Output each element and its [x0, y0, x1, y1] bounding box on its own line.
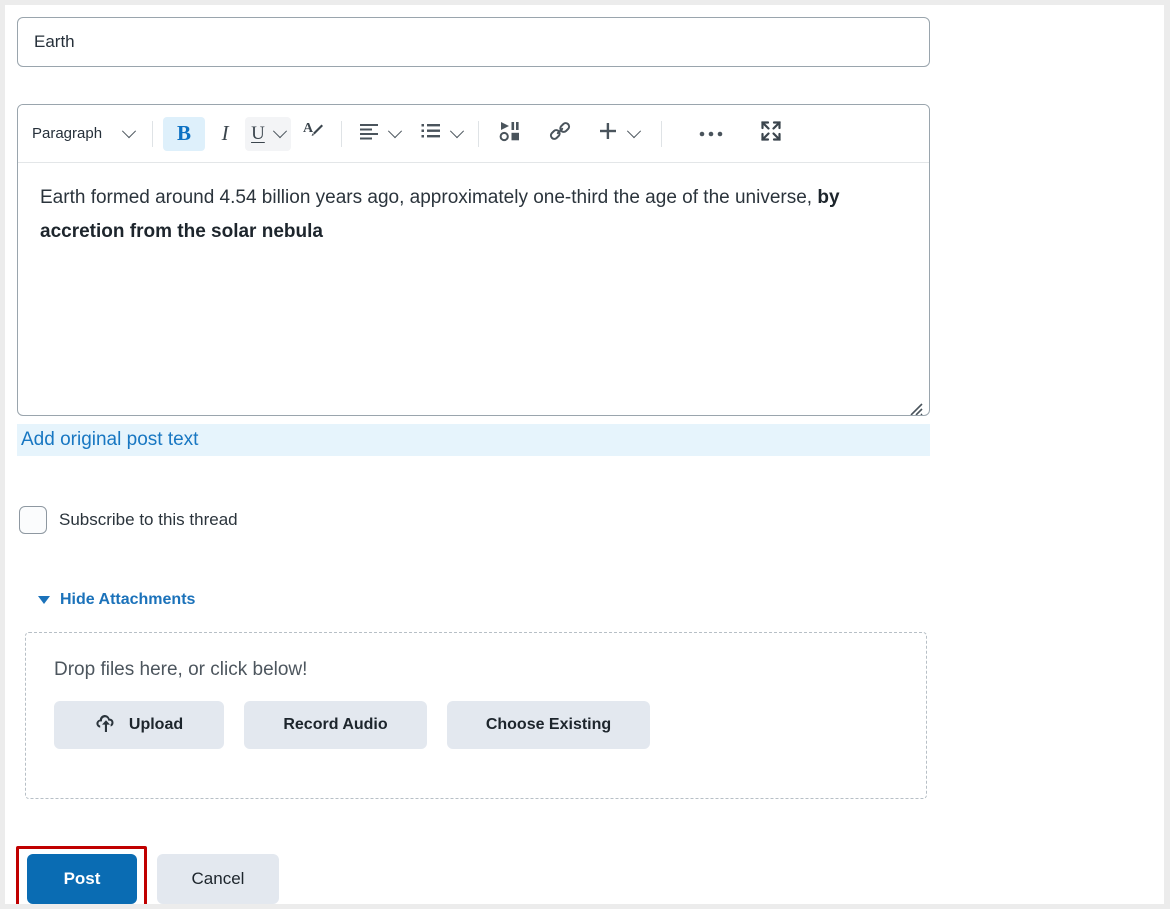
toolbar-divider	[660, 120, 662, 147]
rich-text-editor: Paragraph B I U A Earth formed around 4.…	[17, 104, 930, 416]
fullscreen-button[interactable]	[754, 117, 788, 151]
paragraph-style-label: Paragraph	[32, 125, 103, 142]
subscribe-label[interactable]: Subscribe to this thread	[59, 510, 238, 530]
cloud-upload-icon	[95, 713, 117, 738]
upload-label: Upload	[128, 716, 184, 733]
toolbar-divider	[477, 120, 479, 147]
attachment-buttons: Upload Record Audio Choose Existing	[54, 701, 926, 749]
post-subject-input[interactable]	[17, 17, 930, 67]
post-body-editor[interactable]: Earth formed around 4.54 billion years a…	[18, 163, 929, 415]
italic-button[interactable]: I	[205, 117, 245, 151]
bulleted-list-icon	[420, 120, 442, 147]
chevron-down-icon	[272, 123, 287, 138]
chevron-down-icon	[449, 123, 464, 138]
insert-link-button[interactable]	[543, 117, 577, 151]
italic-label: I	[221, 121, 229, 145]
fullscreen-icon	[759, 119, 783, 148]
screenshot-frame: Paragraph B I U A	[0, 0, 1170, 909]
add-original-post-text-link[interactable]: Add original post text	[17, 429, 198, 451]
subscribe-checkbox[interactable]	[19, 506, 47, 534]
cancel-button[interactable]: Cancel	[157, 854, 279, 904]
dropzone-instruction: Drop files here, or click below!	[54, 659, 308, 680]
insert-more-icon	[597, 120, 619, 147]
more-options-button[interactable]	[694, 117, 728, 151]
more-options-icon	[698, 125, 724, 143]
bold-button[interactable]: B	[163, 116, 206, 151]
align-button[interactable]	[352, 117, 406, 151]
record-audio-label: Record Audio	[283, 716, 388, 733]
insert-media-icon	[498, 119, 522, 148]
chevron-down-icon	[387, 123, 402, 138]
choose-existing-label: Choose Existing	[485, 716, 612, 733]
list-button[interactable]	[414, 117, 468, 151]
discussion-post-editor: Paragraph B I U A	[5, 5, 1164, 904]
bold-label: B	[177, 121, 192, 145]
underline-label: U	[251, 122, 265, 144]
editor-toolbar: Paragraph B I U A	[18, 105, 929, 163]
toolbar-divider	[152, 120, 154, 147]
form-actions: Post Cancel	[27, 854, 279, 904]
triangle-down-icon	[38, 596, 50, 604]
post-body-plain-text: Earth formed around 4.54 billion years a…	[40, 187, 818, 208]
insert-media-button[interactable]	[493, 117, 527, 151]
chevron-down-icon	[626, 123, 641, 138]
file-dropzone[interactable]: Drop files here, or click below! Upload …	[25, 632, 927, 799]
align-left-icon	[358, 120, 380, 147]
editor-resize-handle[interactable]	[907, 394, 923, 415]
hide-attachments-toggle[interactable]: Hide Attachments	[38, 591, 195, 609]
underline-button[interactable]: U	[245, 116, 291, 151]
chevron-down-icon	[121, 123, 137, 138]
toolbar-divider	[340, 120, 342, 147]
svg-text:A: A	[303, 121, 314, 136]
insert-link-icon	[548, 119, 572, 148]
original-post-banner: Add original post text	[17, 424, 930, 456]
upload-button[interactable]: Upload	[54, 701, 224, 749]
hide-attachments-label: Hide Attachments	[60, 591, 196, 608]
record-audio-button[interactable]: Record Audio	[244, 701, 427, 749]
text-style-button[interactable]: A	[297, 117, 331, 151]
subscribe-row: Subscribe to this thread	[19, 506, 238, 534]
paragraph-style-dropdown[interactable]: Paragraph	[22, 117, 142, 151]
choose-existing-button[interactable]: Choose Existing	[447, 701, 650, 749]
post-button[interactable]: Post	[27, 854, 137, 904]
text-style-icon: A	[302, 119, 326, 148]
insert-more-button[interactable]	[591, 117, 645, 151]
